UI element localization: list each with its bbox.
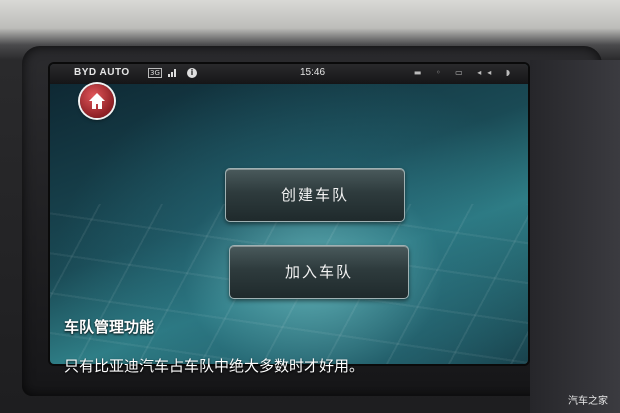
home-button[interactable]: [80, 84, 114, 118]
status-bar: BYD AUTO 3G i 15:46 ▬ ◦ ▭ ◂◂ ◗: [50, 64, 528, 84]
network-indicator: 3G: [148, 68, 162, 78]
clock: 15:46: [300, 67, 326, 78]
caption-text: 只有比亚迪汽车占车队中绝大多数时才好用。: [64, 357, 365, 375]
join-team-button[interactable]: 加入车队: [229, 245, 409, 299]
brand-label: BYD AUTO: [74, 67, 130, 78]
signal-bars-icon: [168, 68, 177, 78]
create-team-button[interactable]: 创建车队: [225, 168, 405, 222]
dashboard-trim: [530, 60, 620, 413]
watermark: 汽车之家: [568, 396, 608, 407]
info-icon[interactable]: i: [187, 68, 197, 78]
status-icons-right: ▬ ◦ ▭ ◂◂ ◗: [413, 68, 516, 77]
home-icon: [89, 93, 105, 109]
caption-title: 车队管理功能: [64, 318, 155, 336]
